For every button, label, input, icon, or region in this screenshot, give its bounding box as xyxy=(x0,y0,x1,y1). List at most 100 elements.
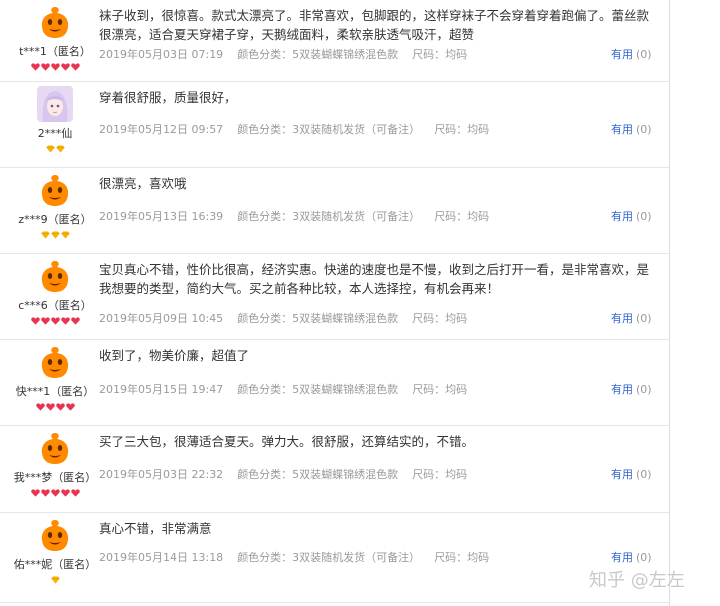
review-date: 2019年05月03日 07:19 xyxy=(99,48,224,61)
reviewer-level-badges xyxy=(10,401,100,411)
avatar[interactable] xyxy=(37,344,73,380)
reviewer-level-badges xyxy=(10,315,100,325)
review-date: 2019年05月13日 16:39 xyxy=(99,210,224,223)
reviewer-info: c***6（匿名） xyxy=(10,258,100,325)
size-info: 尺码：均码 xyxy=(434,210,490,223)
reviewer-level-badges xyxy=(10,229,100,239)
red-heart-icon xyxy=(40,488,50,497)
review-date: 2019年05月15日 19:47 xyxy=(99,383,224,396)
review-meta: 2019年05月12日 09:57 颜色分类：3双装随机发货（可备注） 尺码：均码 xyxy=(99,121,503,137)
size-info: 尺码：均码 xyxy=(412,383,468,396)
useful-button[interactable]: 有用 xyxy=(611,468,633,481)
color-class: 颜色分类：5双装蝴蝶锦绣混色款 xyxy=(237,383,399,396)
useful-count: (0) xyxy=(636,551,652,564)
size-info: 尺码：均码 xyxy=(412,312,468,325)
red-heart-icon xyxy=(70,62,80,71)
gold-diamond-icon xyxy=(45,145,55,153)
avatar[interactable] xyxy=(37,86,73,122)
red-heart-icon xyxy=(40,316,50,325)
gold-diamond-icon xyxy=(55,145,65,153)
scrollbar-track[interactable] xyxy=(670,0,720,606)
useful-vote: 有用 (0) xyxy=(611,549,652,565)
color-class: 颜色分类：3双装随机发货（可备注） xyxy=(237,551,421,564)
review-row: t***1（匿名） 袜子收到，很惊喜。款式太漂亮了。非常喜欢，包脚跟的，这样穿袜子… xyxy=(0,0,669,82)
reviewer-name[interactable]: 佑***妮（匿名） xyxy=(10,556,100,572)
useful-count: (0) xyxy=(636,48,652,61)
size-info: 尺码：均码 xyxy=(434,551,490,564)
review-row: c***6（匿名） 宝贝真心不错，性价比很高，经济实惠。快递的速度也是不慢，收到之… xyxy=(0,254,669,340)
red-heart-icon xyxy=(30,488,40,497)
review-text: 收到了，物美价廉，超值了 xyxy=(99,348,250,363)
review-list: t***1（匿名） 袜子收到，很惊喜。款式太漂亮了。非常喜欢，包脚跟的，这样穿袜子… xyxy=(0,0,669,603)
red-heart-icon xyxy=(50,316,60,325)
red-heart-icon xyxy=(50,488,60,497)
red-heart-icon xyxy=(55,402,65,411)
avatar[interactable] xyxy=(37,4,73,40)
size-info: 尺码：均码 xyxy=(434,123,490,136)
reviewer-level-badges xyxy=(10,574,100,584)
useful-button[interactable]: 有用 xyxy=(611,210,633,223)
useful-button[interactable]: 有用 xyxy=(611,383,633,396)
red-heart-icon xyxy=(50,62,60,71)
red-heart-icon xyxy=(45,402,55,411)
gold-diamond-icon xyxy=(50,231,60,239)
useful-count: (0) xyxy=(636,468,652,481)
useful-button[interactable]: 有用 xyxy=(611,48,633,61)
review-date: 2019年05月12日 09:57 xyxy=(99,123,224,136)
red-heart-icon xyxy=(65,402,75,411)
reviewer-name[interactable]: t***1（匿名） xyxy=(10,43,100,59)
color-class: 颜色分类：5双装蝴蝶锦绣混色款 xyxy=(237,312,399,325)
reviewer-name[interactable]: z***9（匿名） xyxy=(10,211,100,227)
reviewer-name[interactable]: c***6（匿名） xyxy=(10,297,100,313)
useful-vote: 有用 (0) xyxy=(611,46,652,62)
useful-button[interactable]: 有用 xyxy=(611,312,633,325)
useful-count: (0) xyxy=(636,123,652,136)
review-row: 2***仙 穿着很舒服，质量很好， 2019年05月12日 09:57 颜色分类：3双… xyxy=(0,82,669,168)
gold-diamond-icon xyxy=(40,231,50,239)
review-date: 2019年05月09日 10:45 xyxy=(99,312,224,325)
reviewer-info: 快***1（匿名） xyxy=(10,344,100,411)
reviewer-name[interactable]: 快***1（匿名） xyxy=(10,383,100,399)
red-heart-icon xyxy=(70,488,80,497)
red-heart-icon xyxy=(60,62,70,71)
review-meta: 2019年05月03日 07:19 颜色分类：5双装蝴蝶锦绣混色款 尺码：均码 xyxy=(99,46,481,62)
review-text: 很漂亮，喜欢哦 xyxy=(99,176,187,191)
review-meta: 2019年05月09日 10:45 颜色分类：5双装蝴蝶锦绣混色款 尺码：均码 xyxy=(99,310,481,326)
avatar[interactable] xyxy=(37,430,73,466)
reviewer-name[interactable]: 2***仙 xyxy=(10,125,100,141)
review-text: 宝贝真心不错，性价比很高，经济实惠。快递的速度也是不慢，收到之后打开一看，是非常… xyxy=(99,262,650,296)
useful-vote: 有用 (0) xyxy=(611,121,652,137)
reviewer-info: z***9（匿名） xyxy=(10,172,100,239)
useful-vote: 有用 (0) xyxy=(611,466,652,482)
useful-vote: 有用 (0) xyxy=(611,310,652,326)
review-row: z***9（匿名） 很漂亮，喜欢哦 2019年05月13日 16:39 颜色分类：3双… xyxy=(0,168,669,254)
reviewer-info: 佑***妮（匿名） xyxy=(10,517,100,584)
reviewer-info: t***1（匿名） xyxy=(10,4,100,71)
red-heart-icon xyxy=(30,62,40,71)
red-heart-icon xyxy=(60,488,70,497)
red-heart-icon xyxy=(60,316,70,325)
avatar[interactable] xyxy=(37,172,73,208)
useful-vote: 有用 (0) xyxy=(611,381,652,397)
red-heart-icon xyxy=(30,316,40,325)
reviewer-info: 我***梦（匿名） xyxy=(10,430,100,497)
review-date: 2019年05月03日 22:32 xyxy=(99,468,224,481)
useful-button[interactable]: 有用 xyxy=(611,123,633,136)
review-meta: 2019年05月15日 19:47 颜色分类：5双装蝴蝶锦绣混色款 尺码：均码 xyxy=(99,381,481,397)
useful-button[interactable]: 有用 xyxy=(611,551,633,564)
review-text: 买了三大包，很薄适合夏天。弹力大。很舒服，还算结实的，不错。 xyxy=(99,434,475,449)
review-date: 2019年05月14日 13:18 xyxy=(99,551,224,564)
color-class: 颜色分类：5双装蝴蝶锦绣混色款 xyxy=(237,468,399,481)
avatar[interactable] xyxy=(37,258,73,294)
reviewer-level-badges xyxy=(10,143,100,153)
avatar[interactable] xyxy=(37,517,73,553)
reviewer-info: 2***仙 xyxy=(10,86,100,153)
review-row: 快***1（匿名） 收到了，物美价廉，超值了 2019年05月15日 19:47 颜色… xyxy=(0,340,669,426)
review-text: 穿着很舒服，质量很好， xyxy=(99,90,237,105)
gold-diamond-icon xyxy=(50,576,60,584)
color-class: 颜色分类：3双装随机发货（可备注） xyxy=(237,210,421,223)
color-class: 颜色分类：3双装随机发货（可备注） xyxy=(237,123,421,136)
reviewer-name[interactable]: 我***梦（匿名） xyxy=(10,469,100,485)
review-text: 袜子收到，很惊喜。款式太漂亮了。非常喜欢，包脚跟的，这样穿袜子不会穿着穿着跑偏了… xyxy=(99,8,650,42)
reviewer-level-badges xyxy=(10,61,100,71)
